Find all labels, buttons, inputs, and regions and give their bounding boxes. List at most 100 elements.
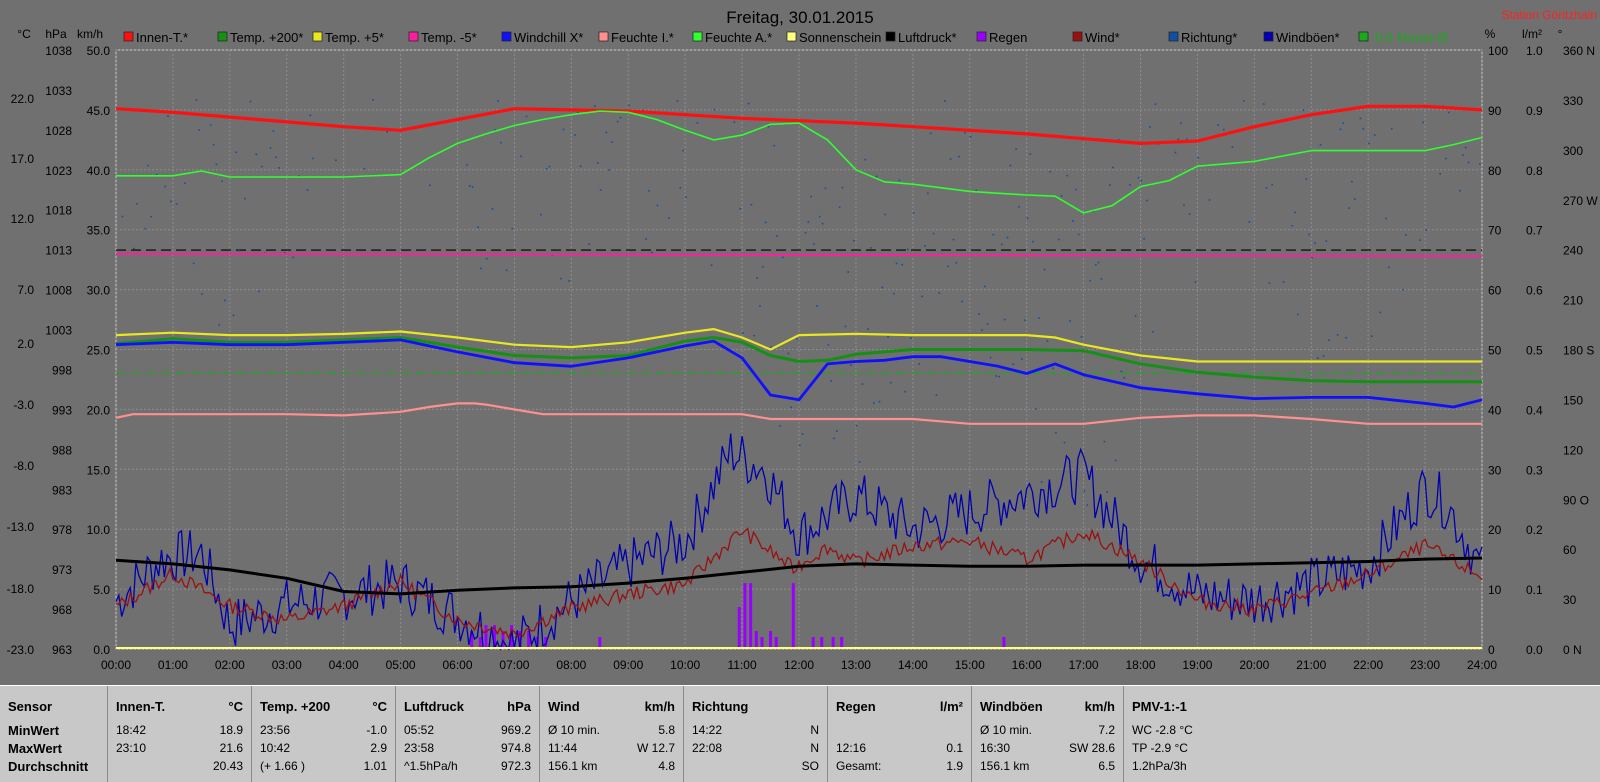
series-richtung-dot: [801, 433, 804, 435]
series-richtung-dot: [773, 144, 775, 147]
y-tick-temp: 12.0: [11, 212, 35, 226]
series-richtung-dot: [588, 243, 591, 246]
stat-time: 23:58: [404, 741, 435, 755]
series-richtung-dot: [648, 189, 650, 192]
series-richtung-dot: [1368, 142, 1370, 145]
rain-bar: [791, 583, 795, 649]
series-richtung-dot: [249, 100, 252, 103]
series-richtung-dot: [258, 290, 260, 293]
series-richtung-dot: [1294, 211, 1296, 214]
series-richtung-dot: [779, 425, 781, 427]
stat-value: SO: [801, 759, 819, 773]
series-richtung-dot: [1055, 431, 1057, 434]
stat-time: ^1.5hPa/h: [404, 759, 458, 773]
series-richtung-dot: [1265, 187, 1268, 189]
series-richtung-dot: [1445, 157, 1447, 160]
axis-header-temp: °C: [17, 27, 31, 41]
stat-value: TP -2.9 °C: [1132, 741, 1188, 755]
series-richtung-dot: [901, 263, 904, 266]
series-richtung-dot: [1359, 117, 1362, 120]
y-tick-hpa: 978: [52, 523, 72, 537]
series-richtung-dot: [998, 375, 1000, 378]
series-richtung-dot: [824, 187, 827, 190]
series-richtung-dot: [1422, 121, 1424, 124]
series-richtung-dot: [1060, 195, 1063, 197]
series-richtung-dot: [682, 149, 684, 152]
stat-value: WC -2.8 °C: [1132, 723, 1193, 737]
series-richtung-dot: [212, 143, 215, 146]
series-richtung-dot: [918, 363, 921, 365]
legend-swatch: [408, 31, 419, 42]
series-richtung-dot: [1328, 339, 1330, 342]
series-richtung-dot: [1040, 481, 1043, 483]
series-richtung-dot: [764, 221, 767, 224]
x-tick-label: 02:00: [215, 658, 245, 672]
series-richtung-dot: [747, 102, 750, 105]
y-tick-kmh: 20.0: [87, 403, 111, 417]
rain-bar: [743, 583, 747, 649]
stat-value: 5.8: [658, 723, 675, 737]
series-richtung-dot: [867, 328, 869, 330]
series-richtung-dot: [1038, 317, 1040, 319]
stat-column-innen-t: Innen-T. °C 18:42 18.9 23:10 21.6 20.43: [108, 686, 252, 782]
series-richtung-dot: [1419, 239, 1421, 241]
series-richtung-dot: [668, 216, 670, 219]
stat-value: -1.0: [366, 723, 387, 737]
stat-value: SW 28.6: [1068, 741, 1115, 755]
series-richtung-dot: [261, 165, 263, 168]
series-richtung-dot: [175, 203, 178, 205]
legend-label: Sonnenschein: [799, 30, 881, 45]
stat-column-luftdruck: Luftdruck hPa 05:52 969.2 23:58 974.8 ^1.5h…: [396, 686, 540, 782]
y-tick-dir: 150: [1563, 393, 1583, 407]
y-tick-pct: 30: [1488, 463, 1502, 477]
stat-time: 11:44: [548, 741, 578, 755]
series-richtung-dot: [1029, 153, 1032, 155]
y-tick-dir: 0 N: [1563, 643, 1582, 657]
series-richtung-dot: [1183, 204, 1185, 206]
series-richtung-dot: [799, 444, 801, 447]
series-richtung-dot: [167, 115, 169, 118]
series-richtung-dot: [952, 238, 955, 241]
series-richtung-dot: [924, 245, 926, 247]
stat-value: 18.9: [219, 723, 243, 737]
stat-column-temp-200: Temp. +200 °C 23:56 -1.0 10:42 2.9 (+ 1.66 …: [252, 686, 396, 782]
x-tick-label: 08:00: [556, 658, 586, 672]
series-richtung-dot: [511, 227, 514, 230]
series-richtung-dot: [878, 400, 881, 403]
series-richtung-dot: [312, 157, 314, 160]
y-tick-hpa: 1018: [45, 204, 72, 218]
series-richtung-dot: [1291, 225, 1293, 227]
series-richtung-dot: [835, 430, 838, 432]
series-richtung-dot: [1046, 340, 1049, 342]
stat-header: Regen l/m²: [836, 699, 963, 714]
y-tick-dir: 60: [1563, 543, 1577, 557]
series-richtung-dot: [713, 108, 716, 111]
series-richtung-dot: [1336, 333, 1339, 336]
stat-time: 12:16: [836, 741, 867, 755]
legend-swatch: [1072, 31, 1083, 42]
y-tick-pct: 70: [1488, 224, 1502, 238]
series-richtung-dot: [1314, 242, 1316, 244]
legend-swatch: [1168, 31, 1179, 42]
series-richtung-dot: [548, 165, 551, 168]
series-richtung-dot: [904, 390, 906, 393]
series-richtung-dot: [1459, 189, 1461, 192]
y-tick-hpa: 968: [52, 603, 72, 617]
series-richtung-dot: [520, 155, 522, 158]
x-tick-label: 16:00: [1012, 658, 1042, 672]
series-richtung-dot: [244, 197, 246, 200]
legend-label: Windböen*: [1276, 30, 1340, 45]
rain-bar: [754, 631, 758, 649]
series-richtung-dot: [838, 206, 841, 209]
series-richtung-dot: [696, 122, 699, 124]
series-richtung-dot: [1339, 128, 1342, 131]
legend-swatch: [123, 31, 134, 42]
series-richtung-dot: [1388, 266, 1390, 269]
y-tick-rain: 0.1: [1526, 583, 1543, 597]
series-richtung-dot: [468, 185, 471, 187]
series-richtung-dot: [1072, 220, 1074, 222]
series-richtung-dot: [944, 100, 946, 102]
series-richtung-dot: [759, 305, 761, 307]
stat-header: Luftdruck hPa: [404, 699, 531, 714]
series-richtung-dot: [1348, 207, 1350, 209]
